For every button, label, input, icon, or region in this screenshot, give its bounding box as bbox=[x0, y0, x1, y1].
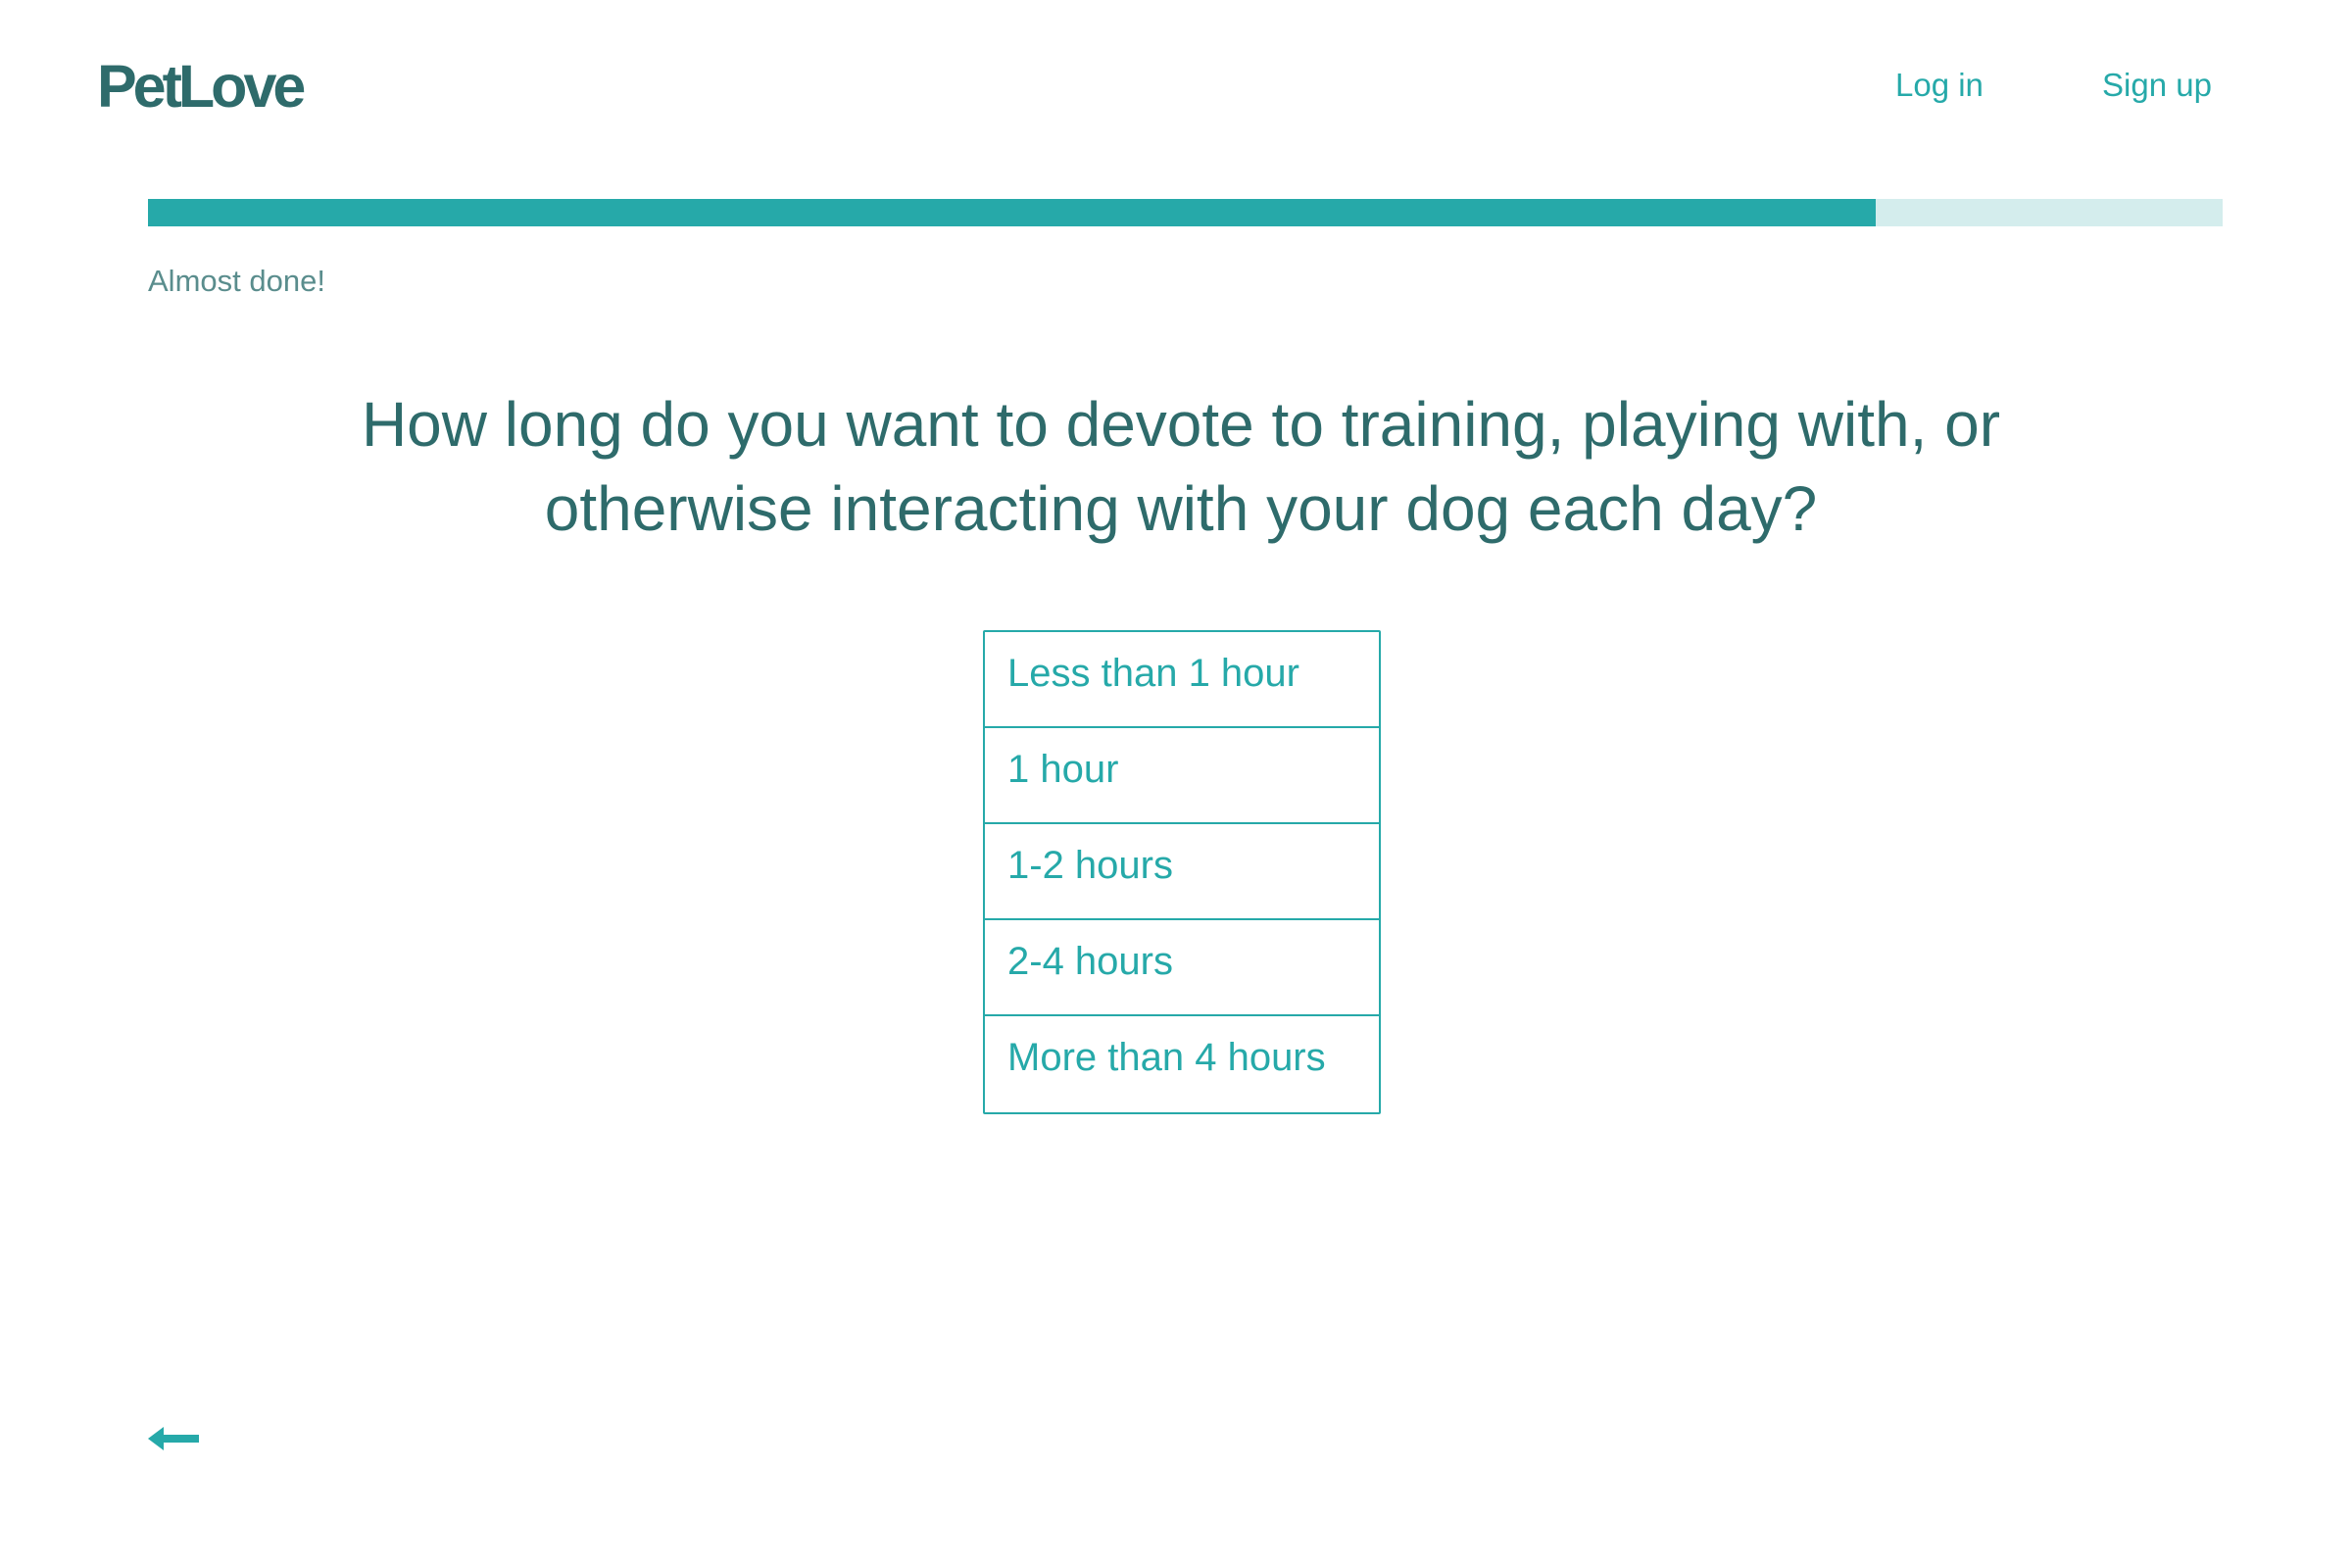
option-less-than-1-hour[interactable]: Less than 1 hour bbox=[985, 632, 1379, 728]
arrow-left-icon bbox=[148, 1427, 199, 1450]
progress-bar bbox=[148, 199, 2223, 226]
option-more-than-4-hours[interactable]: More than 4 hours bbox=[985, 1016, 1379, 1112]
page: PetLove Log in Sign up Almost done! How … bbox=[0, 0, 2352, 1568]
signup-link[interactable]: Sign up bbox=[2102, 69, 2212, 101]
back-button[interactable] bbox=[148, 1426, 199, 1451]
login-link[interactable]: Log in bbox=[1895, 69, 1984, 101]
progress-caption: Almost done! bbox=[148, 264, 325, 298]
question-title: How long do you want to devote to traini… bbox=[361, 389, 2001, 544]
logo[interactable]: PetLove bbox=[97, 57, 306, 117]
option-2-4-hours[interactable]: 2-4 hours bbox=[985, 920, 1379, 1016]
option-1-hour[interactable]: 1 hour bbox=[985, 728, 1379, 824]
option-1-2-hours[interactable]: 1-2 hours bbox=[985, 824, 1379, 920]
progress-bar-fill bbox=[148, 199, 1877, 226]
answer-options: Less than 1 hour 1 hour 1-2 hours 2-4 ho… bbox=[983, 630, 1381, 1114]
